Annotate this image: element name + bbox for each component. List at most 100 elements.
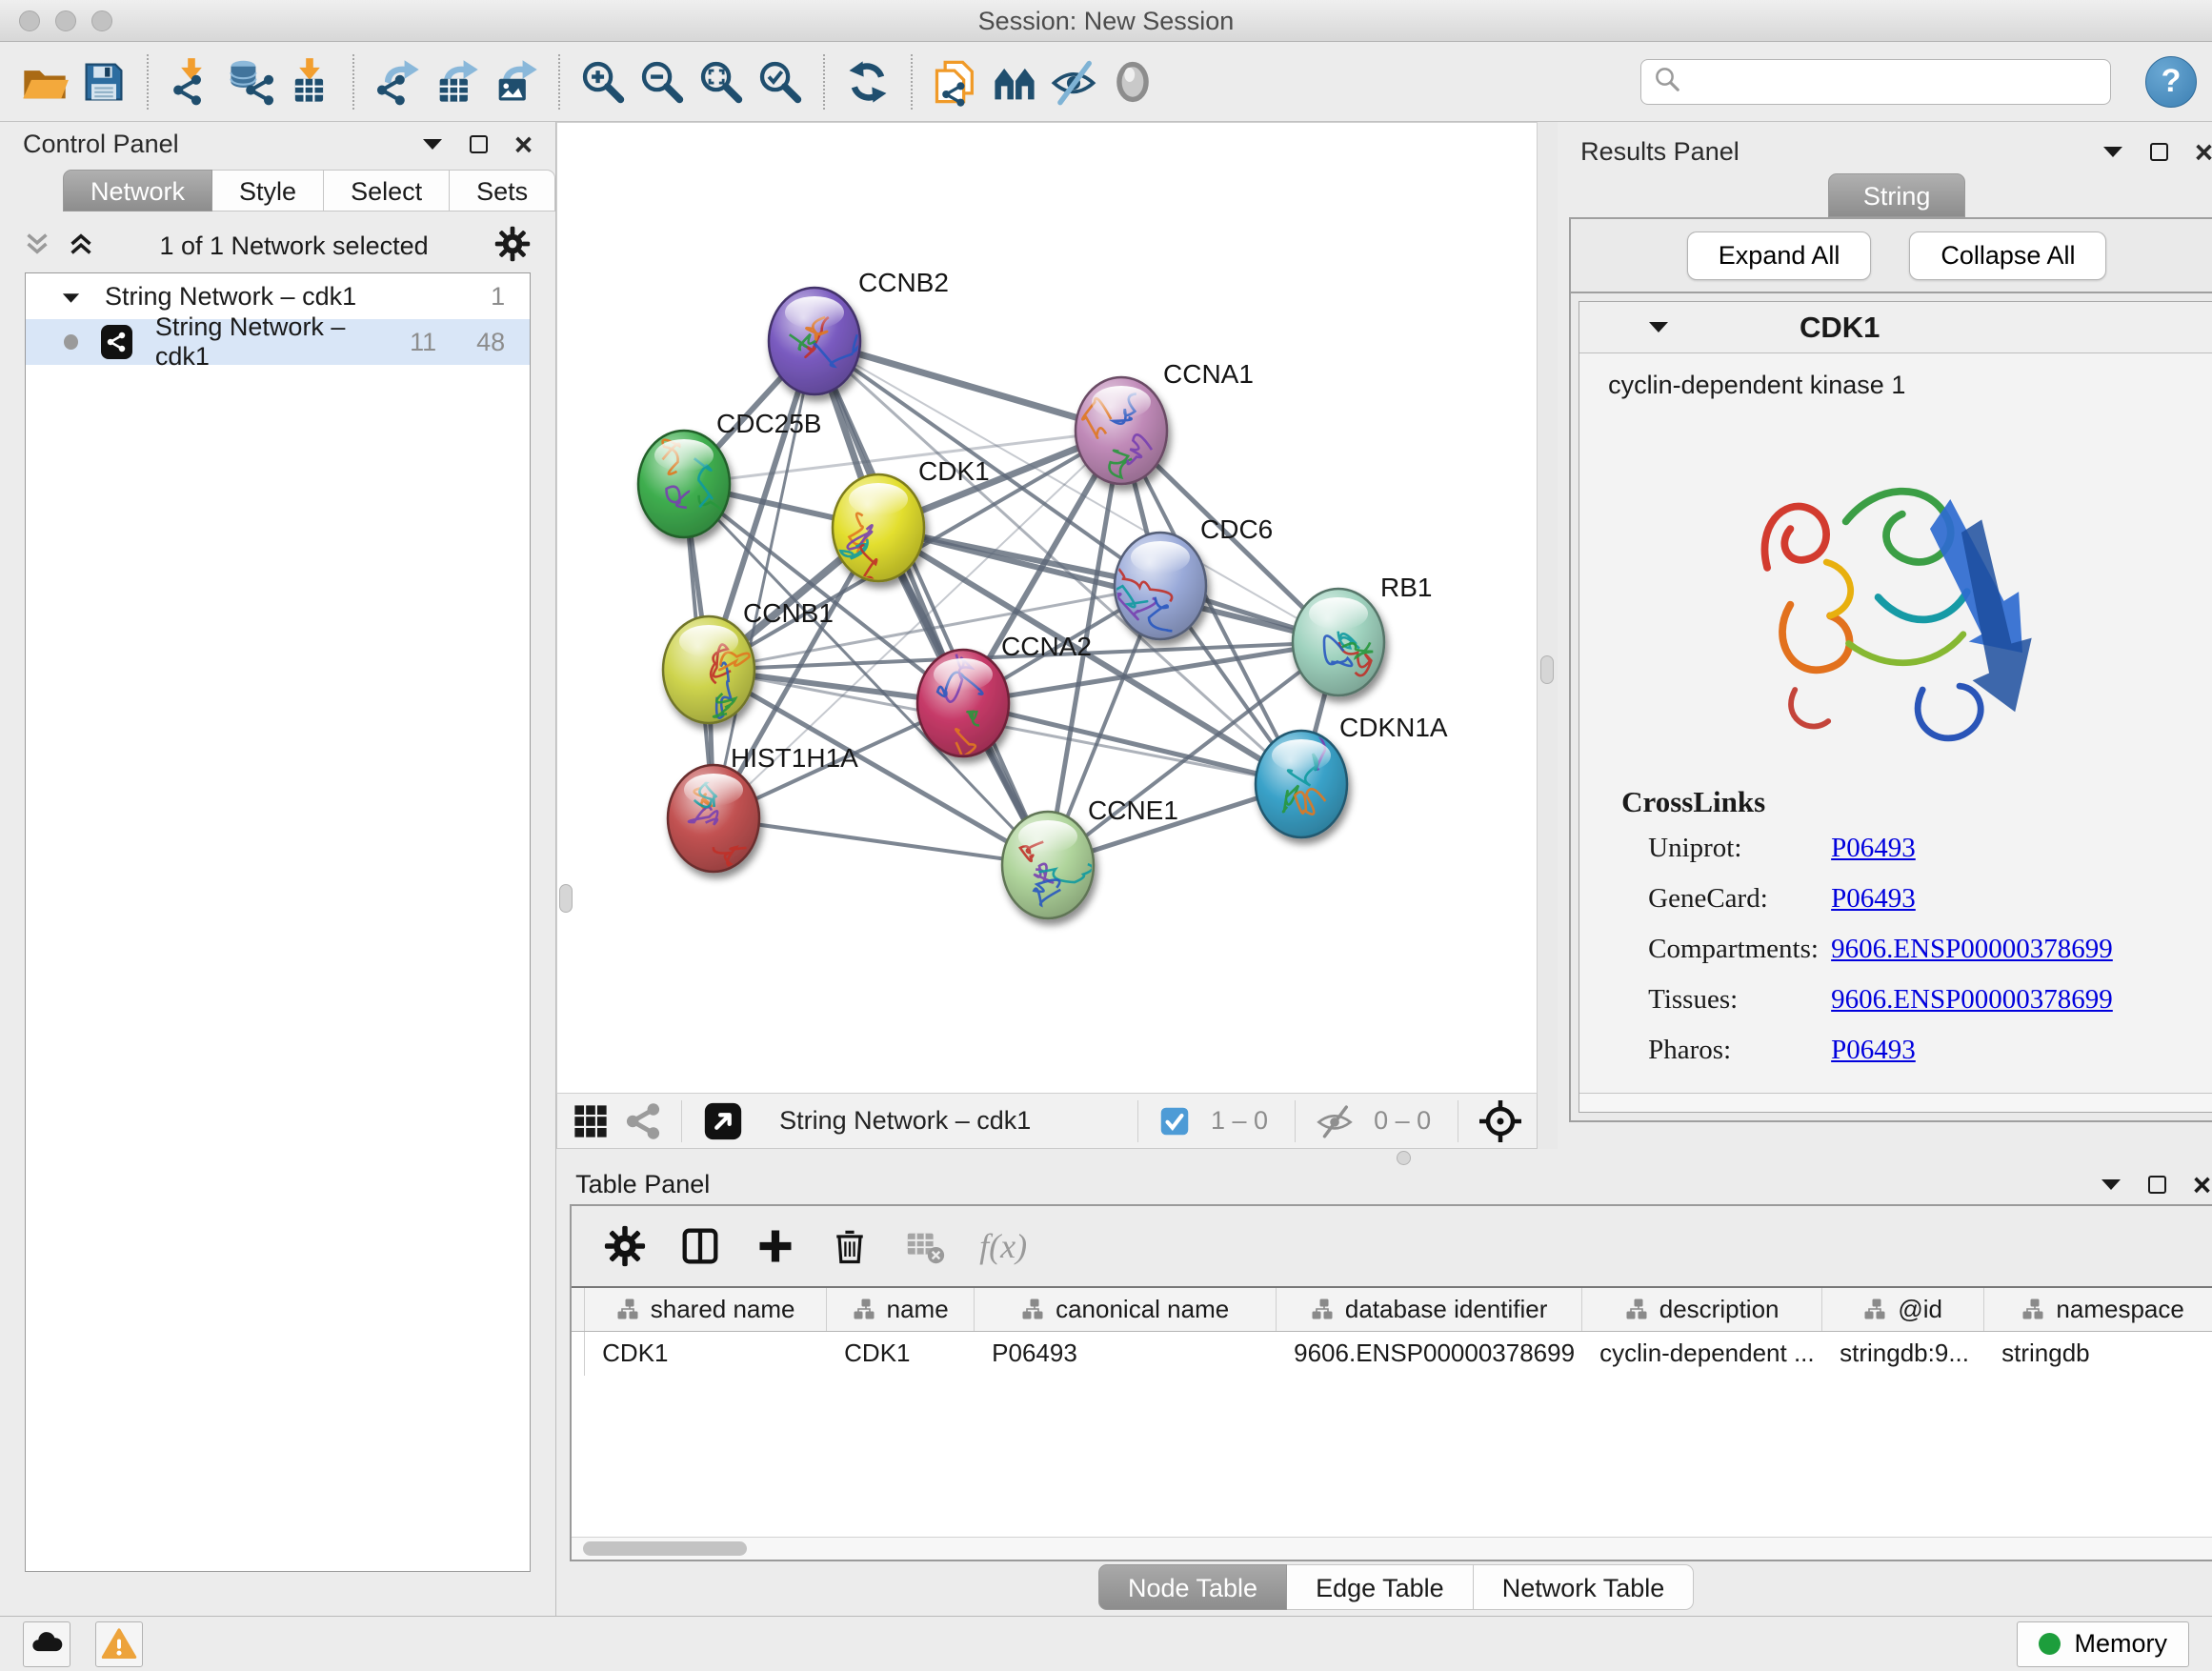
collection-expander-icon[interactable] xyxy=(62,282,80,312)
table-splitter-handle[interactable] xyxy=(1397,1151,1411,1165)
entry-name: CDK1 xyxy=(1579,311,2100,345)
zoom-in-button[interactable] xyxy=(573,50,633,113)
open-in-window-icon[interactable] xyxy=(701,1099,745,1143)
tab-sets[interactable]: Sets xyxy=(450,170,555,211)
network-share-icon[interactable] xyxy=(624,1102,662,1140)
apply-layout-button[interactable] xyxy=(838,50,897,113)
control-panel-menu-icon[interactable] xyxy=(422,137,443,151)
results-panel-close-icon[interactable]: × xyxy=(2195,136,2212,168)
collapse-all-button[interactable]: Collapse All xyxy=(1909,232,2106,280)
export-table-button[interactable] xyxy=(427,50,486,113)
memory-button[interactable]: Memory xyxy=(2017,1621,2189,1667)
network-node-CDKN1A[interactable]: CDKN1A xyxy=(1256,713,1448,837)
export-network-button[interactable] xyxy=(368,50,427,113)
expand-all-networks-icon[interactable] xyxy=(69,232,93,260)
crosslink-compartments-link[interactable]: 9606.ENSP00000378699 xyxy=(1831,934,2113,965)
hidden-eye-slash-icon[interactable] xyxy=(1315,1101,1355,1141)
expand-all-button[interactable]: Expand All xyxy=(1687,232,1872,280)
function-builder-icon[interactable]: f(x) xyxy=(979,1226,1027,1266)
control-panel-close-icon[interactable]: × xyxy=(514,129,533,160)
network-edge-HIST1H1A-CCNE1[interactable] xyxy=(714,818,1048,865)
table-options-gear-icon[interactable] xyxy=(604,1225,646,1267)
tab-network[interactable]: Network xyxy=(63,170,212,211)
search-input[interactable] xyxy=(1681,67,2099,96)
new-network-from-selection-button[interactable] xyxy=(926,50,985,113)
first-neighbors-button[interactable] xyxy=(985,50,1044,113)
network-icon xyxy=(101,325,132,359)
table-panel-close-icon[interactable]: × xyxy=(2193,1169,2211,1200)
delete-table-icon[interactable] xyxy=(903,1224,947,1268)
column-header-@id[interactable]: @id xyxy=(1822,1288,1984,1331)
table-panel-float-icon[interactable] xyxy=(2148,1176,2166,1194)
table-row[interactable]: CDK1CDK1P064939606.ENSP00000378699cyclin… xyxy=(572,1332,2212,1376)
minimize-window-button[interactable] xyxy=(55,10,76,31)
collapse-all-networks-icon[interactable] xyxy=(25,232,50,260)
network-node-CCNA1[interactable]: CCNA1 xyxy=(1076,359,1254,484)
network-edge-CCNB2-CCNA1[interactable] xyxy=(814,341,1121,431)
crosslink-uniprot-link[interactable]: P06493 xyxy=(1831,833,1916,864)
selected-counts: 1 – 0 xyxy=(1211,1106,1268,1136)
results-panel-menu-icon[interactable] xyxy=(2102,145,2123,159)
column-header-shared-name[interactable]: shared name xyxy=(585,1288,827,1331)
table-panel-menu-icon[interactable] xyxy=(2101,1178,2122,1192)
add-column-icon[interactable] xyxy=(754,1225,796,1267)
save-session-button[interactable] xyxy=(74,50,133,113)
network-node-CCNE1[interactable]: CCNE1 xyxy=(1002,795,1178,918)
search-box[interactable] xyxy=(1640,59,2111,105)
right-splitter-handle[interactable] xyxy=(1540,655,1554,684)
zoom-fit-button[interactable] xyxy=(692,50,751,113)
node-label-CDC25B: CDC25B xyxy=(716,409,821,438)
show-columns-icon[interactable] xyxy=(678,1224,722,1268)
import-network-button[interactable] xyxy=(162,50,221,113)
table-tab-network-table[interactable]: Network Table xyxy=(1474,1564,1695,1610)
results-panel-float-icon[interactable] xyxy=(2150,143,2168,161)
node-label-HIST1H1A: HIST1H1A xyxy=(731,743,858,773)
grid-view-icon[interactable] xyxy=(571,1101,611,1141)
zoom-out-button[interactable] xyxy=(633,50,692,113)
network-edge-CCNB2-CCNE1[interactable] xyxy=(814,341,1048,865)
control-panel-float-icon[interactable] xyxy=(470,135,488,153)
column-header-description[interactable]: description xyxy=(1582,1288,1822,1331)
column-header-name[interactable]: name xyxy=(827,1288,975,1331)
results-tab-string[interactable]: String xyxy=(1828,173,1966,217)
import-network-from-database-button[interactable] xyxy=(221,50,280,113)
selected-checkbox-icon[interactable] xyxy=(1157,1104,1192,1138)
right-splitter[interactable] xyxy=(1538,122,1558,1149)
crosslink-pharos-link[interactable]: P06493 xyxy=(1831,1035,1916,1066)
crosslink-tissues-link[interactable]: 9606.ENSP00000378699 xyxy=(1831,984,2113,1016)
column-header-namespace[interactable]: namespace xyxy=(1984,1288,2212,1331)
network-node-CCNB1[interactable]: CCNB1 xyxy=(663,598,834,723)
table-splitter[interactable] xyxy=(556,1149,2212,1166)
tab-select[interactable]: Select xyxy=(324,170,450,211)
crosslink-genecard-link[interactable]: P06493 xyxy=(1831,883,1916,915)
hide-selected-button[interactable] xyxy=(1044,50,1103,113)
table-tab-edge-table[interactable]: Edge Table xyxy=(1287,1564,1474,1610)
show-all-button[interactable] xyxy=(1103,50,1162,113)
birds-eye-crosshair-icon[interactable] xyxy=(1478,1098,1523,1144)
table-cell: stringdb xyxy=(1984,1332,2212,1376)
zoom-selected-button[interactable] xyxy=(751,50,810,113)
tab-style[interactable]: Style xyxy=(212,170,324,211)
column-header-canonical-name[interactable]: canonical name xyxy=(975,1288,1277,1331)
node-label-CCNA2: CCNA2 xyxy=(1001,632,1092,661)
left-splitter-handle[interactable] xyxy=(559,884,573,913)
table-cell: stringdb:9... xyxy=(1822,1332,1984,1376)
help-button[interactable]: ? xyxy=(2145,56,2197,108)
warning-icon[interactable] xyxy=(95,1621,143,1667)
network-node-HIST1H1A[interactable]: HIST1H1A xyxy=(668,743,858,872)
export-image-button[interactable] xyxy=(486,50,545,113)
network-canvas[interactable]: CCNB2 CCNA1 CDC25B CDK1 CDC6 RB1 CCNB1 C… xyxy=(556,122,1538,1094)
delete-column-icon[interactable] xyxy=(829,1225,871,1267)
open-file-button[interactable] xyxy=(15,50,74,113)
column-header-database-identifier[interactable]: database identifier xyxy=(1277,1288,1582,1331)
close-window-button[interactable] xyxy=(19,10,40,31)
network-row-selected[interactable]: String Network – cdk1 11 48 xyxy=(26,319,530,365)
network-node-RB1[interactable]: RB1 xyxy=(1293,573,1432,695)
import-table-button[interactable] xyxy=(280,50,339,113)
table-hscrollbar-thumb[interactable] xyxy=(583,1541,747,1556)
table-tab-node-table[interactable]: Node Table xyxy=(1098,1564,1287,1610)
table-hscrollbar[interactable] xyxy=(572,1537,2212,1560)
network-options-gear-icon[interactable] xyxy=(494,226,531,267)
cloud-status-icon[interactable] xyxy=(23,1621,70,1667)
zoom-window-button[interactable] xyxy=(91,10,112,31)
